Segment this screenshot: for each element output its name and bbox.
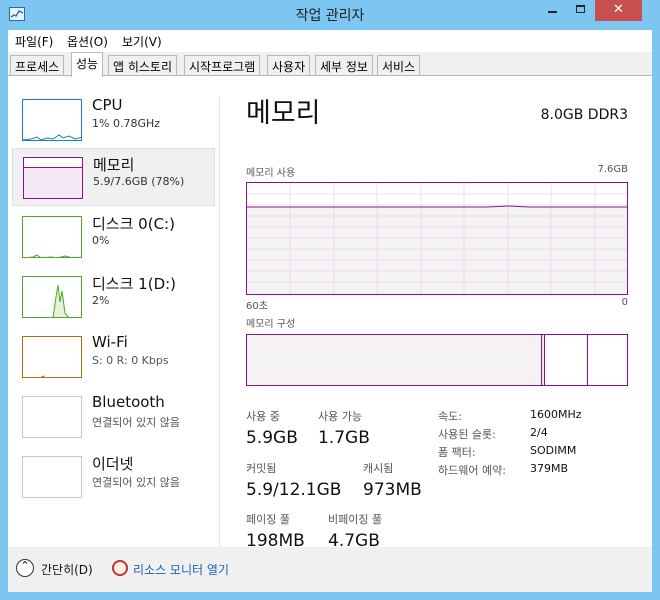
usage-graph-max: 7.6GB <box>597 164 628 175</box>
composition-in-use <box>247 335 542 385</box>
memory-usage-graph <box>246 182 628 295</box>
maximize-icon <box>576 5 585 13</box>
menu-view[interactable]: 보기(V) <box>122 33 162 50</box>
stat-in-use-value: 5.9GB <box>246 428 298 448</box>
network-graph <box>22 396 82 438</box>
tab-app-history[interactable]: 앱 히스토리 <box>108 55 178 75</box>
tab-bar: 프로세스 성능 앱 히스토리 시작프로그램 사용자 세부 정보 서비스 <box>8 52 652 77</box>
tab-performance[interactable]: 성능 <box>71 52 104 77</box>
maximize-button[interactable] <box>567 0 594 21</box>
spec-slots-value: 2/4 <box>530 426 548 439</box>
stat-in-use-label: 사용 중 <box>246 410 280 423</box>
stat-cached-value: 973MB <box>363 480 422 500</box>
network-graph <box>22 336 82 378</box>
tab-services[interactable]: 서비스 <box>377 55 421 75</box>
sidebar-item-title: Bluetooth <box>92 393 165 411</box>
spec-slots-label: 사용된 슬롯: <box>438 428 496 441</box>
stat-committed-label: 커밋됨 <box>246 462 277 475</box>
stat-paged-pool-label: 페이징 풀 <box>246 513 290 526</box>
memory-graph <box>23 157 83 199</box>
usage-line <box>247 205 627 208</box>
sidebar-item-title: CPU <box>92 96 123 114</box>
spec-speed-value: 1600MHz <box>530 408 582 421</box>
sidebar-item-disk-0[interactable]: 디스크 0(C:) 0% <box>12 208 215 266</box>
sidebar-item-ethernet[interactable]: 이더넷 연결되어 있지 않음 <box>12 448 215 506</box>
tab-details[interactable]: 세부 정보 <box>315 55 373 75</box>
sidebar-item-cpu[interactable]: CPU 1% 0.78GHz <box>12 91 215 149</box>
sidebar-item-subtitle: 연결되어 있지 않음 <box>92 476 180 489</box>
chevron-up-icon[interactable]: ⌃ <box>16 559 34 577</box>
open-resource-monitor-link[interactable]: 리소스 모니터 열기 <box>133 561 229 578</box>
sidebar-item-title: 메모리 <box>93 156 135 174</box>
tab-processes[interactable]: 프로세스 <box>10 55 65 75</box>
resource-monitor-icon <box>112 560 128 576</box>
sidebar-item-title: 디스크 0(C:) <box>92 215 175 233</box>
memory-composition-bar <box>246 334 628 386</box>
sidebar-item-subtitle: 연결되어 있지 않음 <box>92 416 180 429</box>
network-graph <box>22 456 82 498</box>
sidebar-item-subtitle: 2% <box>92 294 110 307</box>
close-button[interactable]: ✕ <box>595 0 642 21</box>
minimize-button[interactable] <box>539 0 566 21</box>
sidebar-item-wifi[interactable]: Wi-Fi S: 0 R: 0 Kbps <box>12 328 215 386</box>
minimize-icon <box>548 11 557 13</box>
client-area: 파일(F) 옵션(O) 보기(V) 프로세스 성능 앱 히스토리 시작프로그램 … <box>8 30 652 592</box>
menu-file[interactable]: 파일(F) <box>15 33 53 50</box>
composition-label: 메모리 구성 <box>246 319 296 330</box>
spec-hardware-reserved-value: 379MB <box>530 462 569 475</box>
stat-available-label: 사용 가능 <box>318 410 362 423</box>
disk-graph <box>22 276 82 318</box>
menu-bar: 파일(F) 옵션(O) 보기(V) <box>8 30 652 52</box>
sidebar-item-disk-1[interactable]: 디스크 1(D:) 2% <box>12 268 215 326</box>
composition-standby <box>545 335 588 385</box>
disk-graph <box>22 216 82 258</box>
spec-form-factor-label: 폼 팩터: <box>438 446 476 459</box>
cpu-graph <box>22 99 82 141</box>
sidebar-item-title: Wi-Fi <box>92 333 128 351</box>
divider <box>219 97 220 547</box>
usage-graph-label: 메모리 사용 <box>246 168 296 179</box>
title-bar[interactable]: 작업 관리자 ✕ <box>0 0 660 30</box>
sidebar-item-title: 디스크 1(D:) <box>92 275 177 293</box>
graph-grid <box>247 183 627 294</box>
fewer-details-button[interactable]: 간단히(D) <box>41 561 93 578</box>
spec-form-factor-value: SODIMM <box>530 444 577 457</box>
time-axis-end: 0 <box>621 297 628 308</box>
time-axis-start: 60초 <box>246 301 268 312</box>
tab-startup[interactable]: 시작프로그램 <box>184 55 261 75</box>
sidebar-item-title: 이더넷 <box>92 455 134 473</box>
stat-available-value: 1.7GB <box>318 428 370 448</box>
footer: ⌃ 간단히(D) 리소스 모니터 열기 <box>8 547 652 592</box>
close-icon: ✕ <box>613 2 624 17</box>
task-manager-window: 작업 관리자 ✕ 파일(F) 옵션(O) 보기(V) 프로세스 성능 앱 히스토… <box>0 0 660 600</box>
sidebar-item-subtitle: 0% <box>92 234 110 247</box>
sidebar-item-subtitle: 5.9/7.6GB (78%) <box>93 175 185 188</box>
stat-nonpaged-pool-label: 비페이징 풀 <box>328 513 383 526</box>
stat-committed-value: 5.9/12.1GB <box>246 480 342 500</box>
spec-speed-label: 속도: <box>438 410 462 423</box>
tab-users[interactable]: 사용자 <box>267 55 311 75</box>
sidebar-item-memory[interactable]: 메모리 5.9/7.6GB (78%) <box>12 148 215 206</box>
menu-options[interactable]: 옵션(O) <box>67 33 108 50</box>
sidebar-item-bluetooth[interactable]: Bluetooth 연결되어 있지 않음 <box>12 388 215 446</box>
sidebar-item-subtitle: 1% 0.78GHz <box>92 117 161 130</box>
performance-panel: CPU 1% 0.78GHz 메모리 5.9/7.6GB (78%) 디스크 0… <box>8 77 652 551</box>
page-title: 메모리 <box>246 98 321 129</box>
memory-spec: 8.0GB DDR3 <box>540 107 628 123</box>
stat-cached-label: 캐시됨 <box>363 462 394 475</box>
sidebar-item-subtitle: S: 0 R: 0 Kbps <box>92 354 169 367</box>
spec-hardware-reserved-label: 하드웨어 예약: <box>438 464 506 477</box>
